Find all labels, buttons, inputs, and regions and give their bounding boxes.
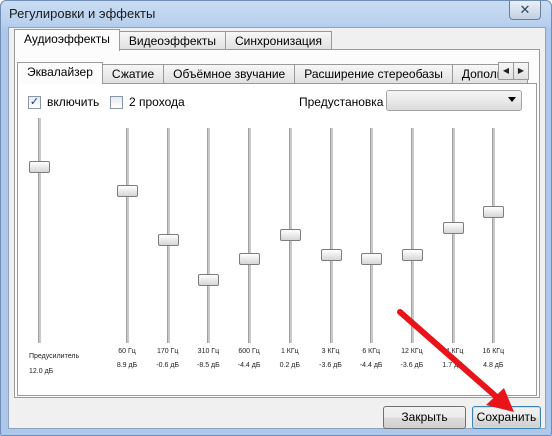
band-frequency-label: 6 КГц [362,348,381,355]
band-value-label: -0.6 дБ [156,362,180,369]
band-value-label: 1.7 дБ [442,362,463,369]
slider-thumb[interactable] [483,206,505,218]
slider-track [38,118,42,343]
tab-synchronization[interactable]: Синхронизация [225,31,332,50]
chevron-down-icon [508,97,516,102]
slider-track [248,128,253,343]
tab-audio-effects[interactable]: Аудиоэффекты [14,29,120,51]
band-slider-1[interactable] [157,128,179,343]
tab-scroll-right-button[interactable]: ▶ [513,62,529,80]
outer-tabstrip: Аудиоэффекты Видеоэффекты Синхронизация [14,29,332,51]
slider-thumb[interactable] [320,249,342,261]
title-bar[interactable]: Регулировки и эффекты ✕ [1,1,551,27]
tab-scroll-left-button[interactable]: ◀ [498,62,514,80]
slider-thumb[interactable] [117,185,138,197]
tab-video-effects[interactable]: Видеоэффекты [118,31,227,50]
close-window-button[interactable]: ✕ [509,1,541,20]
equalizer-window: Регулировки и эффекты ✕ Аудиоэффекты Вид… [0,0,552,436]
slider-thumb[interactable] [198,274,220,286]
band-slider-2[interactable] [198,128,220,343]
close-icon: ✕ [519,2,531,17]
band-frequency-label: 14 КГц [441,348,464,355]
tab-surround[interactable]: Объёмное звучание [163,64,296,83]
window-title: Регулировки и эффекты [9,6,156,21]
chevron-right-icon: ▶ [517,66,525,75]
band-value-label: 8.9 дБ [116,362,138,369]
band-frequency-label: 3 КГц [321,348,340,355]
slider-track [207,128,212,343]
preamp-slider[interactable] [29,118,50,343]
band-value-label: -4.4 дБ [237,362,261,369]
preset-dropdown[interactable] [386,90,522,111]
band-value-label: 0.2 дБ [279,362,300,369]
band-slider-0[interactable] [117,128,138,343]
preset-label: Предустановка [299,95,384,109]
tab-compression[interactable]: Сжатие [101,64,165,83]
slider-thumb[interactable] [401,249,423,261]
band-slider-7[interactable] [401,128,423,343]
chevron-left-icon: ◀ [502,66,510,75]
tab-scroll-arrows: ◀ ▶ [498,62,529,80]
dialog-body: Аудиоэффекты Видеоэффекты Синхронизация … [8,27,546,429]
band-value-label: -3.6 дБ [319,362,342,369]
two-pass-row[interactable]: 2 прохода [110,95,185,109]
band-frequency-label: 60 Гц [118,348,136,355]
enable-label: включить [47,95,100,109]
enable-checkbox[interactable]: ✓ [28,95,41,109]
band-slider-3[interactable] [239,128,261,343]
band-value-label: -8.5 дБ [197,362,220,369]
band-slider-8[interactable] [442,128,464,343]
band-value-label: -3.6 дБ [400,362,424,369]
slider-thumb[interactable] [361,253,383,265]
slider-thumb[interactable] [29,161,50,173]
band-value-label: 4.8 дБ [483,362,504,369]
slider-track [126,128,130,343]
two-pass-label: 2 прохода [129,95,185,109]
band-frequency-label: 600 Гц [238,348,260,355]
save-button[interactable]: Сохранить [472,406,541,429]
slider-track [370,128,375,343]
band-slider-6[interactable] [361,128,383,343]
band-slider-9[interactable] [483,128,505,343]
band-slider-5[interactable] [320,128,342,343]
band-frequency-label: 310 Гц [197,348,220,355]
band-frequency-label: 12 КГц [401,348,423,355]
slider-track [492,128,497,343]
slider-thumb[interactable] [157,234,179,246]
slider-track [410,128,415,343]
tab-stereo-widening[interactable]: Расширение стереобазы [294,64,453,83]
band-frequency-label: 1 КГц [280,348,299,355]
band-value-label: -4.4 дБ [359,362,383,369]
band-frequency-label: 16 КГц [482,348,505,355]
slider-thumb[interactable] [239,253,261,265]
enable-row[interactable]: ✓ включить [28,95,99,109]
slider-thumb[interactable] [279,229,301,241]
band-frequency-label: 170 Гц [156,348,179,355]
preamp-value: 12.0 дБ [29,368,54,375]
close-button[interactable]: Закрыть [383,406,466,429]
preamp-label: Предусилитель [29,353,80,360]
two-pass-checkbox[interactable] [110,95,123,109]
slider-track [451,128,456,343]
band-slider-4[interactable] [279,128,301,343]
slider-thumb[interactable] [442,222,464,234]
tab-equalizer[interactable]: Эквалайзер [17,62,103,84]
slider-track [329,128,334,343]
inner-tabstrip: Эквалайзер Сжатие Объёмное звучание Расш… [17,62,528,84]
